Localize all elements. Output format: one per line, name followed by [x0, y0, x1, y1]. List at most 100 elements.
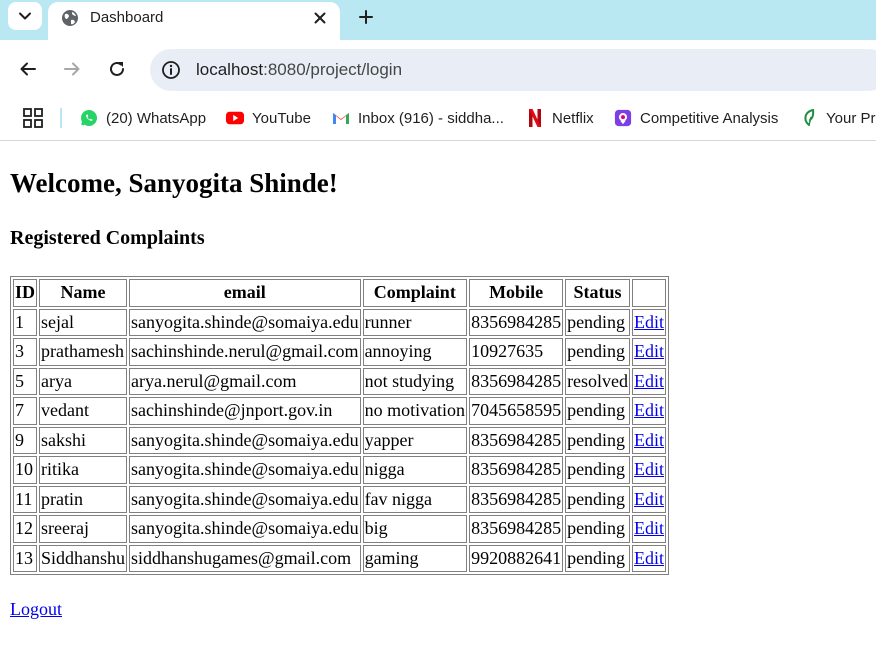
back-button[interactable] — [16, 57, 40, 81]
tab-title: Dashboard — [90, 9, 164, 26]
cell-action: Edit — [632, 397, 667, 425]
cell-id: 3 — [13, 338, 38, 366]
edit-link[interactable]: Edit — [634, 371, 664, 391]
cell-complaint: annoying — [362, 338, 468, 366]
cell-email: siddhanshugames@gmail.com — [129, 544, 361, 572]
edit-link[interactable]: Edit — [634, 548, 664, 568]
welcome-heading: Welcome, Sanyogita Shinde! — [10, 168, 338, 198]
active-tab[interactable]: Dashboard — [48, 2, 340, 40]
edit-link[interactable]: Edit — [634, 489, 664, 509]
cell-status: pending — [565, 544, 631, 572]
table-header-row: ID Name email Complaint Mobile Status — [13, 279, 667, 307]
cell-email: arya.nerul@gmail.com — [129, 367, 361, 395]
cell-mobile: 8356984285 — [469, 485, 564, 513]
cell-action: Edit — [632, 308, 667, 336]
forward-button[interactable] — [60, 57, 84, 81]
bookmark-youtube[interactable]: YouTube — [226, 106, 311, 130]
tab-search-button[interactable] — [8, 2, 42, 30]
arrow-right-icon — [64, 62, 80, 76]
cell-mobile: 10927635 — [469, 338, 564, 366]
bookmark-your-pr[interactable]: Your Pr — [800, 106, 875, 130]
section-title: Registered Complaints — [10, 227, 205, 249]
complaints-table: ID Name email Complaint Mobile Status 1 … — [10, 276, 670, 575]
cell-name: Siddhanshu — [39, 544, 128, 572]
table-row: 10 ritika sanyogita.shinde@somaiya.edu n… — [13, 456, 667, 484]
bookmark-label: Your Pr — [826, 109, 876, 127]
new-tab-button[interactable] — [354, 5, 378, 29]
cell-status: pending — [565, 485, 631, 513]
cell-status: pending — [565, 397, 631, 425]
logout-link[interactable]: Logout — [10, 599, 62, 620]
cell-action: Edit — [632, 485, 667, 513]
reload-button[interactable] — [105, 57, 129, 81]
url-host: localhost — [196, 60, 264, 79]
bookmark-netflix[interactable]: Netflix — [526, 106, 594, 130]
cell-complaint: big — [362, 515, 468, 543]
cell-mobile: 8356984285 — [469, 367, 564, 395]
page-content: Welcome, Sanyogita Shinde! Registered Co… — [0, 141, 876, 670]
netflix-icon — [526, 109, 544, 127]
cell-name: sreeraj — [39, 515, 128, 543]
table-row: 5 arya arya.nerul@gmail.com not studying… — [13, 367, 667, 395]
close-tab-button[interactable] — [310, 8, 330, 28]
cell-id: 9 — [13, 426, 38, 454]
cell-complaint: not studying — [362, 367, 468, 395]
cell-id: 5 — [13, 367, 38, 395]
cell-status: pending — [565, 338, 631, 366]
cell-name: pratin — [39, 485, 128, 513]
edit-link[interactable]: Edit — [634, 518, 664, 538]
bookmark-gmail[interactable]: Inbox (916) - siddha... — [332, 106, 504, 130]
cell-mobile: 9920882641 — [469, 544, 564, 572]
table-row: 1 sejal sanyogita.shinde@somaiya.edu run… — [13, 308, 667, 336]
globe-icon — [62, 10, 78, 26]
cell-complaint: runner — [362, 308, 468, 336]
column-header-action — [632, 279, 667, 307]
cell-mobile: 8356984285 — [469, 426, 564, 454]
cell-complaint: yapper — [362, 426, 468, 454]
apps-grid-icon[interactable] — [22, 107, 44, 129]
cell-action: Edit — [632, 544, 667, 572]
cell-status: pending — [565, 456, 631, 484]
edit-link[interactable]: Edit — [634, 312, 664, 332]
cell-email: sanyogita.shinde@somaiya.edu — [129, 515, 361, 543]
edit-link[interactable]: Edit — [634, 341, 664, 361]
bookmark-label: Inbox (916) - siddha... — [358, 109, 504, 127]
edit-link[interactable]: Edit — [634, 459, 664, 479]
info-icon[interactable] — [160, 59, 182, 81]
column-header-email: email — [129, 279, 361, 307]
plus-icon — [359, 10, 373, 24]
cell-name: prathamesh — [39, 338, 128, 366]
cell-mobile: 8356984285 — [469, 456, 564, 484]
cell-complaint: nigga — [362, 456, 468, 484]
column-header-mobile: Mobile — [469, 279, 564, 307]
table-row: 3 prathamesh sachinshinde.nerul@gmail.co… — [13, 338, 667, 366]
leaf-icon — [800, 109, 818, 127]
gmail-icon — [332, 109, 350, 127]
bookmark-whatsapp[interactable]: (20) WhatsApp — [80, 106, 206, 130]
edit-link[interactable]: Edit — [634, 400, 664, 420]
column-header-name: Name — [39, 279, 128, 307]
address-bar[interactable]: localhost:8080/project/login — [150, 49, 876, 91]
cell-mobile: 7045658595 — [469, 397, 564, 425]
whatsapp-icon — [80, 109, 98, 127]
url-text[interactable]: localhost:8080/project/login — [196, 60, 402, 80]
bookmark-label: YouTube — [252, 109, 311, 127]
edit-link[interactable]: Edit — [634, 430, 664, 450]
bookmark-competitive-analysis[interactable]: Competitive Analysis — [614, 106, 778, 130]
cell-status: resolved — [565, 367, 631, 395]
url-path: :8080/project/login — [263, 60, 403, 79]
cell-mobile: 8356984285 — [469, 515, 564, 543]
cell-complaint: no motivation — [362, 397, 468, 425]
cell-email: sanyogita.shinde@somaiya.edu — [129, 485, 361, 513]
cell-name: ritika — [39, 456, 128, 484]
cell-action: Edit — [632, 426, 667, 454]
close-icon — [314, 12, 326, 24]
cell-id: 7 — [13, 397, 38, 425]
cell-email: sachinshinde.nerul@gmail.com — [129, 338, 361, 366]
cell-name: sejal — [39, 308, 128, 336]
table-row: 11 pratin sanyogita.shinde@somaiya.edu f… — [13, 485, 667, 513]
cell-email: sanyogita.shinde@somaiya.edu — [129, 308, 361, 336]
cell-id: 11 — [13, 485, 38, 513]
table-row: 9 sakshi sanyogita.shinde@somaiya.edu ya… — [13, 426, 667, 454]
cell-name: vedant — [39, 397, 128, 425]
